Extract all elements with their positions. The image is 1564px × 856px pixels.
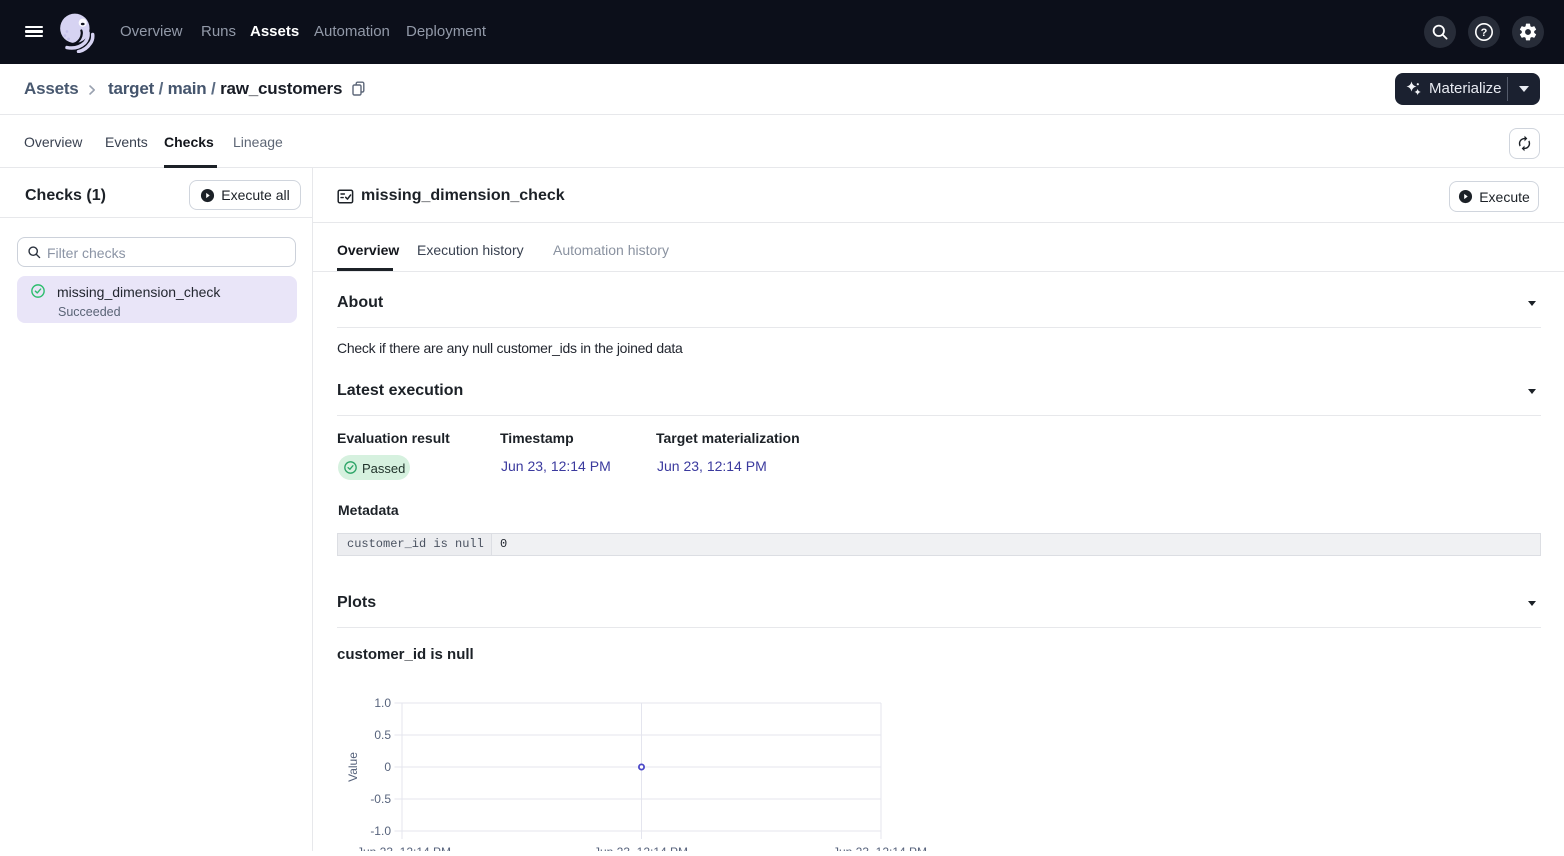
- svg-text:Jun 23, 12:14 PM: Jun 23, 12:14 PM: [594, 845, 688, 851]
- svg-text:1.0: 1.0: [374, 696, 391, 710]
- svg-text:?: ?: [1481, 27, 1488, 39]
- svg-text:Jun 23, 12:14 PM: Jun 23, 12:14 PM: [833, 845, 927, 851]
- svg-text:0: 0: [384, 760, 391, 774]
- svg-text:0.5: 0.5: [374, 728, 391, 742]
- svg-text:Jun 23, 12:14 PM: Jun 23, 12:14 PM: [357, 845, 451, 851]
- svg-text:Value: Value: [346, 752, 360, 782]
- svg-text:-1.0: -1.0: [370, 824, 391, 838]
- svg-text:-0.5: -0.5: [370, 792, 391, 806]
